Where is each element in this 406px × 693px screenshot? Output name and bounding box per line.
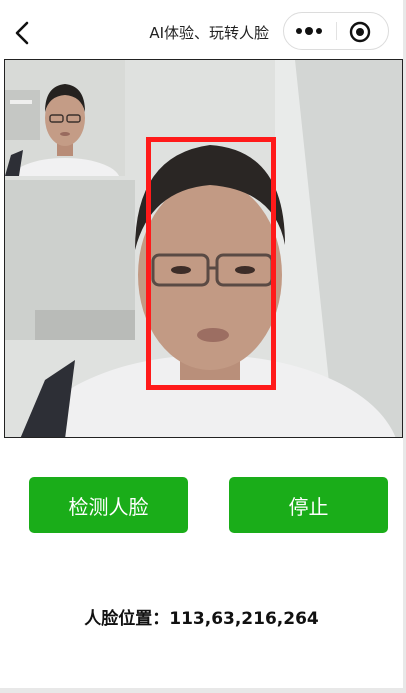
target-circle-icon [349,21,371,43]
page-title: AI体验、玩转人脸 [149,24,269,42]
self-preview [5,60,125,176]
capsule-divider [336,22,337,40]
chevron-left-icon [15,21,29,45]
capsule-menu [283,12,389,50]
more-dots-icon [296,27,322,35]
navigation-bar: AI体验、玩转人脸 [0,0,403,60]
stop-button[interactable]: 停止 [229,477,388,533]
back-button[interactable] [10,18,36,48]
more-button[interactable] [294,22,326,40]
face-detection-box [146,137,276,390]
face-position-label: 人脸位置： [84,609,170,629]
detect-face-button[interactable]: 检测人脸 [29,477,188,533]
camera-view [4,59,403,438]
face-position-value: 113,63,216,264 [169,609,319,629]
app-screen: AI体验、玩转人脸 检测人脸 停止 人脸位置：113,63,216,264 [0,0,403,688]
close-button[interactable] [348,20,372,44]
face-position-result: 人脸位置：113,63,216,264 [0,604,403,629]
preview-scene [5,60,125,176]
